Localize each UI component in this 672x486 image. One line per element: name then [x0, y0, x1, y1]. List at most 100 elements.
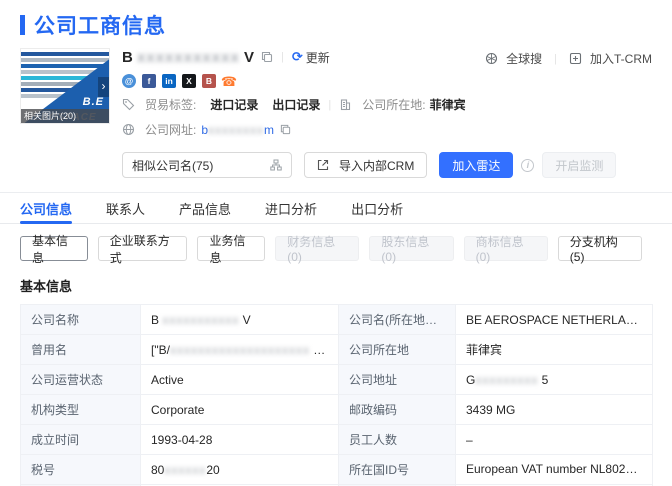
field-value: ["B/xxxxxxxxxxxxxxxxxxxx IN...: [141, 335, 339, 365]
subtab-item[interactable]: 基本信息: [20, 236, 88, 261]
section-subtabs: 基本信息企业联系方式业务信息财务信息 (0)股东信息 (0)商标信息 (0)分支…: [20, 236, 652, 261]
table-row: 机构类型Corporate邮政编码3439 MG: [21, 395, 653, 425]
subtab-item[interactable]: 分支机构 (5): [558, 236, 642, 261]
field-value: B xxxxxxxxxxx V: [141, 305, 339, 335]
value-text: IN...: [310, 343, 335, 357]
linkedin-icon[interactable]: in: [162, 74, 176, 88]
field-value: 1993-04-28: [141, 425, 339, 455]
building-icon: [339, 98, 357, 111]
field-value: 80xxxxxx20: [141, 455, 339, 485]
add-radar-button[interactable]: 加入雷达: [439, 152, 513, 178]
copy-icon[interactable]: [280, 124, 296, 135]
field-label: 员工人数: [339, 425, 456, 455]
carousel-next-icon[interactable]: ›: [98, 77, 109, 97]
field-value: Gxxxxxxxxx 5: [456, 365, 653, 395]
trade-info-row: 贸易标签: 进口记录 出口记录 | 公司所在地: 菲律宾: [122, 96, 652, 113]
logo-text: B.E: [83, 96, 104, 108]
info-icon[interactable]: i: [521, 159, 534, 172]
value-text: 公司名(所在地语言): [349, 313, 453, 327]
field-label: 公司所在地: [339, 335, 456, 365]
value-text: 公司所在地: [349, 343, 409, 357]
value-text: V: [239, 313, 250, 327]
value-text: European VAT number NL802419720B01: [466, 462, 653, 476]
tab-item[interactable]: 联系人: [106, 193, 145, 223]
field-label: 成立时间: [21, 425, 141, 455]
field-value: BE AEROSPACE NETHERLANDS B V: [456, 305, 653, 335]
value-text: 公司地址: [349, 373, 397, 387]
company-header: B.E AEROSPACE 相关图片(20) › B xxxxxxxxxxx V…: [20, 48, 652, 138]
import-records-link[interactable]: 进口记录: [210, 96, 258, 113]
value-text: 税号: [31, 463, 55, 477]
section-title: 基本信息: [20, 276, 652, 295]
value-text: 成立时间: [31, 433, 79, 447]
related-images-label: 相关图片(20): [21, 109, 109, 123]
blogger-icon[interactable]: B: [202, 74, 216, 88]
company-name: B xxxxxxxxxxx V: [122, 49, 254, 66]
field-value: 菲律宾: [456, 335, 653, 365]
tab-item[interactable]: 产品信息: [179, 193, 231, 223]
subtab-item[interactable]: 业务信息: [197, 236, 265, 261]
field-label: 邮政编码: [339, 395, 456, 425]
value-text: 公司名称: [31, 313, 79, 327]
tab-item[interactable]: 出口分析: [351, 193, 403, 223]
field-label: 税号: [21, 455, 141, 485]
field-label: 公司地址: [339, 365, 456, 395]
add-tcrm-button[interactable]: 加入T-CRM: [569, 50, 652, 67]
import-icon: [317, 159, 334, 171]
value-text: 菲律宾: [466, 343, 502, 357]
redacted-text: xxxxxxxxxxx: [137, 49, 240, 66]
value-text: B: [151, 313, 162, 327]
value-text: 3439 MG: [466, 403, 515, 417]
table-row: 曾用名 ["B/xxxxxxxxxxxxxxxxxxxx IN... 公司所在地 菲律…: [21, 335, 653, 365]
redacted-text: xxxxxxxx: [208, 123, 264, 137]
location-value: 菲律宾: [430, 96, 466, 113]
phone-icon[interactable]: ☎: [222, 74, 236, 88]
value-text: 80: [151, 463, 164, 477]
copy-icon[interactable]: [261, 51, 273, 63]
value-text: 1993-04-28: [151, 433, 212, 447]
refresh-icon[interactable]: ⟳: [292, 49, 303, 65]
header-actions: 全球搜 | 加入T-CRM: [485, 50, 652, 67]
company-logo[interactable]: B.E AEROSPACE 相关图片(20) ›: [20, 48, 110, 124]
sitemap-icon: [270, 159, 282, 171]
website-link[interactable]: bxxxxxxxxm: [201, 123, 274, 137]
redacted-text: xxxxxx: [164, 463, 206, 477]
value-text: G: [466, 373, 475, 387]
field-value: 3439 MG: [456, 395, 653, 425]
redacted-text: xxxxxxxxxxx: [162, 313, 239, 327]
global-search-icon: [485, 52, 502, 65]
table-row: 成立时间1993-04-28员工人数–: [21, 425, 653, 455]
website-row: 公司网址: bxxxxxxxxm: [122, 121, 652, 138]
website-label: 公司网址:: [145, 121, 196, 138]
title-accent-bar: [20, 15, 25, 35]
similar-companies-button[interactable]: 相似公司名(75): [122, 152, 292, 178]
subtab-item: 商标信息 (0): [464, 236, 548, 261]
action-row: 相似公司名(75) 导入内部CRM 加入雷达 i 开启监测: [122, 152, 652, 178]
import-crm-button[interactable]: 导入内部CRM: [304, 152, 427, 178]
x-icon[interactable]: X: [182, 74, 196, 88]
table-body: 公司名称 B xxxxxxxxxxx V 公司名(所在地语言) BE AEROSPAC…: [21, 305, 653, 486]
value-text: 邮政编码: [349, 403, 397, 417]
table-row: 公司运营状态Active公司地址Gxxxxxxxxx 5: [21, 365, 653, 395]
field-label: 公司名(所在地语言): [339, 305, 456, 335]
website-icon[interactable]: @: [122, 74, 136, 88]
subtab-item[interactable]: 企业联系方式: [98, 236, 188, 261]
trade-tag-icon: [122, 98, 140, 111]
field-value: Corporate: [141, 395, 339, 425]
global-search-button[interactable]: 全球搜: [485, 50, 542, 67]
main-tabs: 公司信息 联系人 产品信息 进口分析 出口分析: [0, 193, 672, 224]
export-records-link[interactable]: 出口记录: [272, 96, 320, 113]
facebook-icon[interactable]: f: [142, 74, 156, 88]
update-button[interactable]: 更新: [306, 49, 330, 66]
social-icons-row: @ fin XB ☎: [122, 74, 652, 88]
tab-item[interactable]: 进口分析: [265, 193, 317, 223]
page-title: 公司工商信息: [34, 10, 166, 40]
table-row: 税号80xxxxxx20所在国ID号European VAT number NL…: [21, 455, 653, 485]
start-monitor-button[interactable]: 开启监测: [542, 152, 616, 178]
tab-active[interactable]: 公司信息: [20, 193, 72, 223]
value-text: 20: [206, 463, 219, 477]
value-text: 曾用名: [31, 343, 67, 357]
basic-info-table: 公司名称 B xxxxxxxxxxx V 公司名(所在地语言) BE AEROSPAC…: [20, 304, 653, 486]
value-text: BE AEROSPACE NETHERLANDS B V: [466, 313, 653, 327]
field-label: 所在国ID号: [339, 455, 456, 485]
